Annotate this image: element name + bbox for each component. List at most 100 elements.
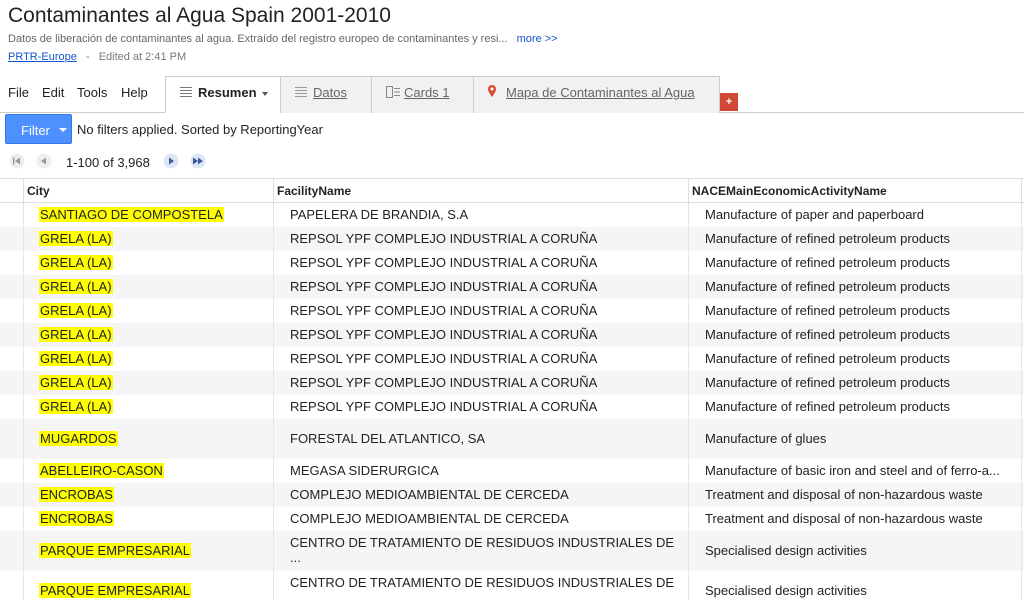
table-row[interactable]: GRELA (LA) REPSOL YPF COMPLEJO INDUSTRIAL… [0,395,1024,419]
column-divider [688,507,689,531]
menu-file[interactable]: File [8,85,29,100]
table-row[interactable]: GRELA (LA) REPSOL YPF COMPLEJO INDUSTRIAL… [0,227,1024,251]
cell-city[interactable]: GRELA (LA) [39,351,113,366]
table-row[interactable]: GRELA (LA) REPSOL YPF COMPLEJO INDUSTRIAL… [0,251,1024,275]
table-row[interactable]: GRELA (LA) REPSOL YPF COMPLEJO INDUSTRIAL… [0,275,1024,299]
cell-city[interactable]: SANTIAGO DE COMPOSTELA [39,207,224,222]
tab-datos[interactable]: Datos [280,76,372,113]
column-divider [1021,251,1022,275]
cell-city[interactable]: ENCROBAS [39,511,114,526]
table-row[interactable]: GRELA (LA) REPSOL YPF COMPLEJO INDUSTRIAL… [0,323,1024,347]
cell-city[interactable]: GRELA (LA) [39,279,113,294]
table-row[interactable]: PARQUE EMPRESARIAL CENTRO DE TRATAMIENTO … [0,571,1024,600]
cell-activity[interactable]: Treatment and disposal of non-hazardous … [705,511,983,526]
cell-facility[interactable]: REPSOL YPF COMPLEJO INDUSTRIAL A CORUÑA [290,255,597,270]
cell-activity[interactable]: Manufacture of paper and paperboard [705,207,924,222]
cell-city[interactable]: GRELA (LA) [39,303,113,318]
cell-city[interactable]: GRELA (LA) [39,327,113,342]
table-row[interactable]: ENCROBAS COMPLEJO MEDIOAMBIENTAL DE CERCE… [0,507,1024,531]
cell-activity[interactable]: Treatment and disposal of non-hazardous … [705,487,983,502]
column-divider [273,203,274,227]
chevron-down-icon [59,128,67,132]
add-tab-button[interactable]: + [720,93,738,111]
menu-tools[interactable]: Tools [77,85,107,100]
column-divider [688,371,689,395]
first-page-icon[interactable] [9,153,25,169]
cell-activity[interactable]: Manufacture of glues [705,431,826,446]
source-link[interactable]: PRTR-Europe [8,51,77,63]
column-divider [688,483,689,507]
filter-button[interactable]: Filter [5,114,72,144]
table-row[interactable]: GRELA (LA) REPSOL YPF COMPLEJO INDUSTRIAL… [0,347,1024,371]
row-divider [23,419,24,459]
table-row[interactable]: PARQUE EMPRESARIAL CENTRO DE TRATAMIENTO … [0,531,1024,571]
cell-city-text: ENCROBAS [39,487,114,502]
cell-facility[interactable]: REPSOL YPF COMPLEJO INDUSTRIAL A CORUÑA [290,375,597,390]
table-row[interactable]: GRELA (LA) REPSOL YPF COMPLEJO INDUSTRIAL… [0,299,1024,323]
cell-city[interactable]: GRELA (LA) [39,399,113,414]
cell-activity[interactable]: Specialised design activities [705,543,867,558]
cell-city[interactable]: MUGARDOS [39,431,118,446]
table-row[interactable]: ENCROBAS COMPLEJO MEDIOAMBIENTAL DE CERCE… [0,483,1024,507]
column-divider [1021,179,1022,203]
cell-facility[interactable]: REPSOL YPF COMPLEJO INDUSTRIAL A CORUÑA [290,399,597,414]
menu-help[interactable]: Help [121,85,148,100]
column-divider [273,299,274,323]
row-divider [23,571,24,600]
cell-activity[interactable]: Manufacture of refined petroleum product… [705,303,950,318]
tab-cards[interactable]: Cards 1 [371,76,474,113]
next-page-icon[interactable] [163,153,179,169]
cell-city-text: ABELLEIRO-CASON [39,463,164,478]
cell-city[interactable]: ABELLEIRO-CASON [39,463,164,478]
table-row[interactable]: MUGARDOS FORESTAL DEL ATLANTICO, SA Manufa… [0,419,1024,459]
tab-mapa[interactable]: Mapa de Contaminantes al Agua [473,76,720,113]
cell-city[interactable]: GRELA (LA) [39,375,113,390]
cell-city[interactable]: PARQUE EMPRESARIAL [39,543,192,558]
column-divider [1021,483,1022,507]
column-divider [688,323,689,347]
cell-facility[interactable]: REPSOL YPF COMPLEJO INDUSTRIAL A CORUÑA [290,303,597,318]
column-header-city[interactable]: City [27,184,50,198]
column-divider [688,299,689,323]
cell-activity[interactable]: Manufacture of refined petroleum product… [705,399,950,414]
cell-activity[interactable]: Manufacture of refined petroleum product… [705,231,950,246]
cell-facility[interactable]: CENTRO DE TRATAMIENTO DE RESIDUOS INDUST… [290,535,680,565]
cell-facility[interactable]: PAPELERA DE BRANDIA, S.A [290,207,468,222]
column-divider [688,571,689,600]
cell-city[interactable]: GRELA (LA) [39,255,113,270]
column-divider [273,227,274,251]
cell-activity[interactable]: Manufacture of refined petroleum product… [705,327,950,342]
cell-city-text: PARQUE EMPRESARIAL [39,583,192,598]
cell-facility[interactable]: REPSOL YPF COMPLEJO INDUSTRIAL A CORUÑA [290,351,597,366]
cell-activity[interactable]: Manufacture of basic iron and steel and … [705,463,1000,478]
cell-facility[interactable]: COMPLEJO MEDIOAMBIENTAL DE CERCEDA [290,487,569,502]
last-page-icon[interactable] [189,153,206,169]
cell-facility[interactable]: MEGASA SIDERURGICA [290,463,439,478]
table-row[interactable]: SANTIAGO DE COMPOSTELA PAPELERA DE BRANDI… [0,203,1024,227]
menu-edit[interactable]: Edit [42,85,64,100]
cell-city[interactable]: PARQUE EMPRESARIAL [39,583,192,598]
column-header-facility[interactable]: FacilityName [277,184,351,198]
cell-facility[interactable]: COMPLEJO MEDIOAMBIENTAL DE CERCEDA [290,511,569,526]
prev-page-icon[interactable] [36,153,52,169]
cell-city[interactable]: ENCROBAS [39,487,114,502]
cell-activity[interactable]: Manufacture of refined petroleum product… [705,255,950,270]
cell-facility[interactable]: FORESTAL DEL ATLANTICO, SA [290,431,485,446]
cell-activity[interactable]: Manufacture of refined petroleum product… [705,279,950,294]
cell-activity[interactable]: Manufacture of refined petroleum product… [705,351,950,366]
cell-facility[interactable]: REPSOL YPF COMPLEJO INDUSTRIAL A CORUÑA [290,327,597,342]
cell-city[interactable]: GRELA (LA) [39,231,113,246]
more-link[interactable]: more >> [517,33,558,45]
cell-activity[interactable]: Specialised design activities [705,583,867,598]
cell-facility[interactable]: REPSOL YPF COMPLEJO INDUSTRIAL A CORUÑA [290,279,597,294]
chevron-down-icon[interactable] [262,92,268,96]
cell-facility[interactable]: CENTRO DE TRATAMIENTO DE RESIDUOS INDUST… [290,575,680,600]
cell-city-text: PARQUE EMPRESARIAL [39,543,192,558]
cell-activity[interactable]: Manufacture of refined petroleum product… [705,375,950,390]
grid-header: City FacilityName NACEMainEconomicActivi… [0,178,1024,203]
tab-resumen[interactable]: Resumen [165,76,281,113]
cell-facility[interactable]: REPSOL YPF COMPLEJO INDUSTRIAL A CORUÑA [290,231,597,246]
column-header-activity[interactable]: NACEMainEconomicActivityName [692,184,887,198]
table-row[interactable]: ABELLEIRO-CASON MEGASA SIDERURGICA Manufac… [0,459,1024,483]
table-row[interactable]: GRELA (LA) REPSOL YPF COMPLEJO INDUSTRIAL… [0,371,1024,395]
